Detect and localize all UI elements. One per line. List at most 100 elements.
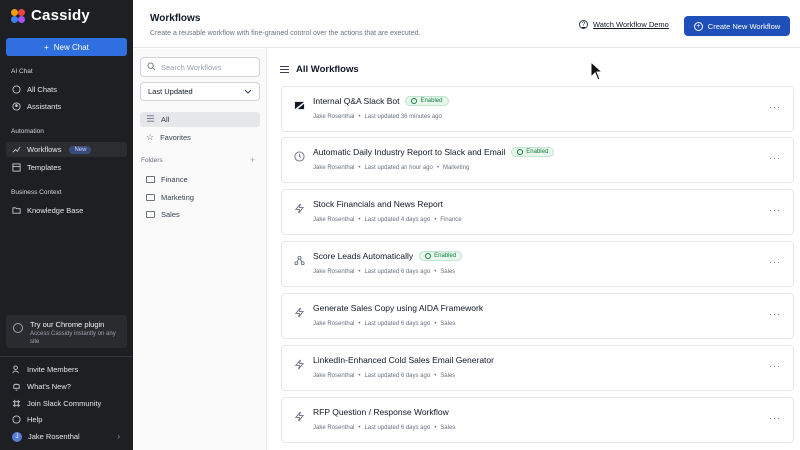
brand[interactable]: Cassidy [11,7,90,24]
workflow-author: Jake Rosenthal [313,373,355,379]
workflow-meta: Jake Rosenthal • Last updated 6 days ago • S… [313,269,455,275]
more-options-icon[interactable]: ··· [769,309,781,319]
meta-bullet: • [358,114,361,120]
mouse-cursor-icon [590,61,604,81]
meta-bullet: • [358,269,361,275]
list-icon [146,114,155,125]
sidebar-item-label: Invite Members [27,365,79,374]
more-options-icon[interactable]: ··· [769,413,781,423]
create-workflow-label: Create New Workflow [707,21,781,31]
create-workflow-button[interactable]: + Create New Workflow [684,16,790,36]
workflow-card[interactable]: Internal Q&A Slack Bot Enabled Jake Rose… [281,86,794,132]
meta-bullet: • [434,269,437,275]
brand-name: Cassidy [31,7,90,24]
plus-icon: + [44,42,49,52]
chrome-icon [13,323,23,333]
sidebar-item-knowledge-base[interactable]: Knowledge Base [6,203,127,218]
list-heading: All Workflows [280,64,359,75]
enabled-badge: Enabled [419,251,463,261]
workflow-updated: Last updated 6 days ago [364,425,431,431]
workflow-meta: Jake Rosenthal • Last updated an hour ago •… [313,165,469,171]
folder-icon [146,176,155,183]
sidebar-item-help[interactable]: Help [6,412,127,427]
folder-item-marketing[interactable]: Marketing [140,190,260,205]
workflow-meta: Jake Rosenthal • Last updated 4 days ago • F… [313,217,462,223]
filter-favorites[interactable]: ☆ Favorites [140,130,260,145]
sidebar-item-join-slack[interactable]: Join Slack Community [6,396,127,411]
sidebar-item-templates[interactable]: Templates [6,160,127,175]
webhook-icon [294,255,305,266]
lightning-icon [294,359,305,370]
more-options-icon[interactable]: ··· [769,257,781,267]
workflow-card[interactable]: Stock Financials and News Report Jake Ro… [281,189,794,235]
sidebar-item-label: Join Slack Community [27,399,102,408]
workflow-updated: Last updated 4 days ago [364,217,431,223]
workflow-card[interactable]: Automatic Daily Industry Report to Slack… [281,137,794,183]
more-options-icon[interactable]: ··· [769,153,781,163]
more-options-icon[interactable]: ··· [769,205,781,215]
workflow-folder: Sales [440,373,456,379]
sidebar-item-whats-new[interactable]: What's New? [6,379,127,394]
sidebar-item-invite-members[interactable]: Invite Members [6,362,127,377]
sidebar-item-label: Workflows [27,145,62,154]
search-placeholder: Search Workflows [161,62,222,72]
search-input[interactable]: Search Workflows [140,57,260,77]
workflow-card[interactable]: LinkedIn-Enhanced Cold Sales Email Gener… [281,345,794,391]
workflow-updated: Last updated 6 days ago [364,321,431,327]
sidebar-item-label: Templates [27,163,62,172]
enabled-label: Enabled [420,98,443,104]
meta-bullet: • [434,217,437,223]
sidebar-item-label: All Chats [27,85,58,94]
workflow-card[interactable]: RFP Question / Response Workflow Jake Ro… [281,397,794,443]
new-badge: New [69,145,92,154]
sidebar-item-workflows[interactable]: Workflows New [6,142,127,157]
lightning-icon [294,203,305,214]
add-folder-icon[interactable]: + [250,155,255,165]
workflow-author: Jake Rosenthal [313,321,355,327]
new-chat-button[interactable]: + New Chat [6,38,127,56]
plugin-subtitle: Access Cassidy instantly on any site [30,331,116,345]
watch-demo-label: Watch Workflow Demo [593,20,669,29]
folder-label: Marketing [161,193,194,202]
workflow-card[interactable]: Score Leads Automatically Enabled Jake R… [281,241,794,287]
watch-demo-link[interactable]: ? Watch Workflow Demo [579,20,669,29]
filter-all[interactable]: All [140,112,260,127]
workflow-title-row: RFP Question / Response Workflow [313,407,449,417]
workflow-meta: Jake Rosenthal • Last updated 6 days ago • S… [313,373,455,379]
bell-icon [12,382,21,391]
more-options-icon[interactable]: ··· [769,361,781,371]
chevron-down-icon [244,87,252,96]
question-icon: ? [579,20,588,29]
folder-label: Sales [161,210,180,219]
sidebar-item-label: Assistants [27,102,62,111]
workflow-meta: Jake Rosenthal • Last updated 36 minutes a… [313,114,442,120]
folder-item-sales[interactable]: Sales [140,207,260,222]
zendesk-icon [294,100,305,111]
menu-icon[interactable] [280,66,289,73]
folder-item-finance[interactable]: Finance [140,172,260,187]
meta-bullet: • [358,217,361,223]
workflow-title: Internal Q&A Slack Bot [313,96,400,106]
sidebar-item-all-chats[interactable]: All Chats [6,82,127,97]
workflow-title: Stock Financials and News Report [313,199,443,209]
meta-bullet: • [358,321,361,327]
more-options-icon[interactable]: ··· [769,102,781,112]
list-title: All Workflows [296,64,359,75]
sidebar-item-assistants[interactable]: Assistants [6,99,127,114]
plugin-title: Try our Chrome plugin [30,320,105,329]
workflow-card[interactable]: Generate Sales Copy using AIDA Framework… [281,293,794,339]
user-menu[interactable]: J Jake Rosenthal › [6,429,127,444]
folder-icon [146,194,155,201]
workflow-updated: Last updated 6 days ago [364,269,431,275]
filter-label: All [161,115,170,124]
workflow-title-row: Automatic Daily Industry Report to Slack… [313,147,555,157]
search-icon [147,61,156,73]
chrome-plugin-promo[interactable]: Try our Chrome plugin Access Cassidy ins… [6,315,127,348]
workflow-title: RFP Question / Response Workflow [313,407,449,417]
workflow-title-row: LinkedIn-Enhanced Cold Sales Email Gener… [313,355,494,365]
folder-label: Finance [161,175,188,184]
meta-bullet: • [434,321,437,327]
workflow-title: Automatic Daily Industry Report to Slack… [313,147,506,157]
sort-select[interactable]: Last Updated [140,82,260,101]
meta-bullet: • [358,425,361,431]
